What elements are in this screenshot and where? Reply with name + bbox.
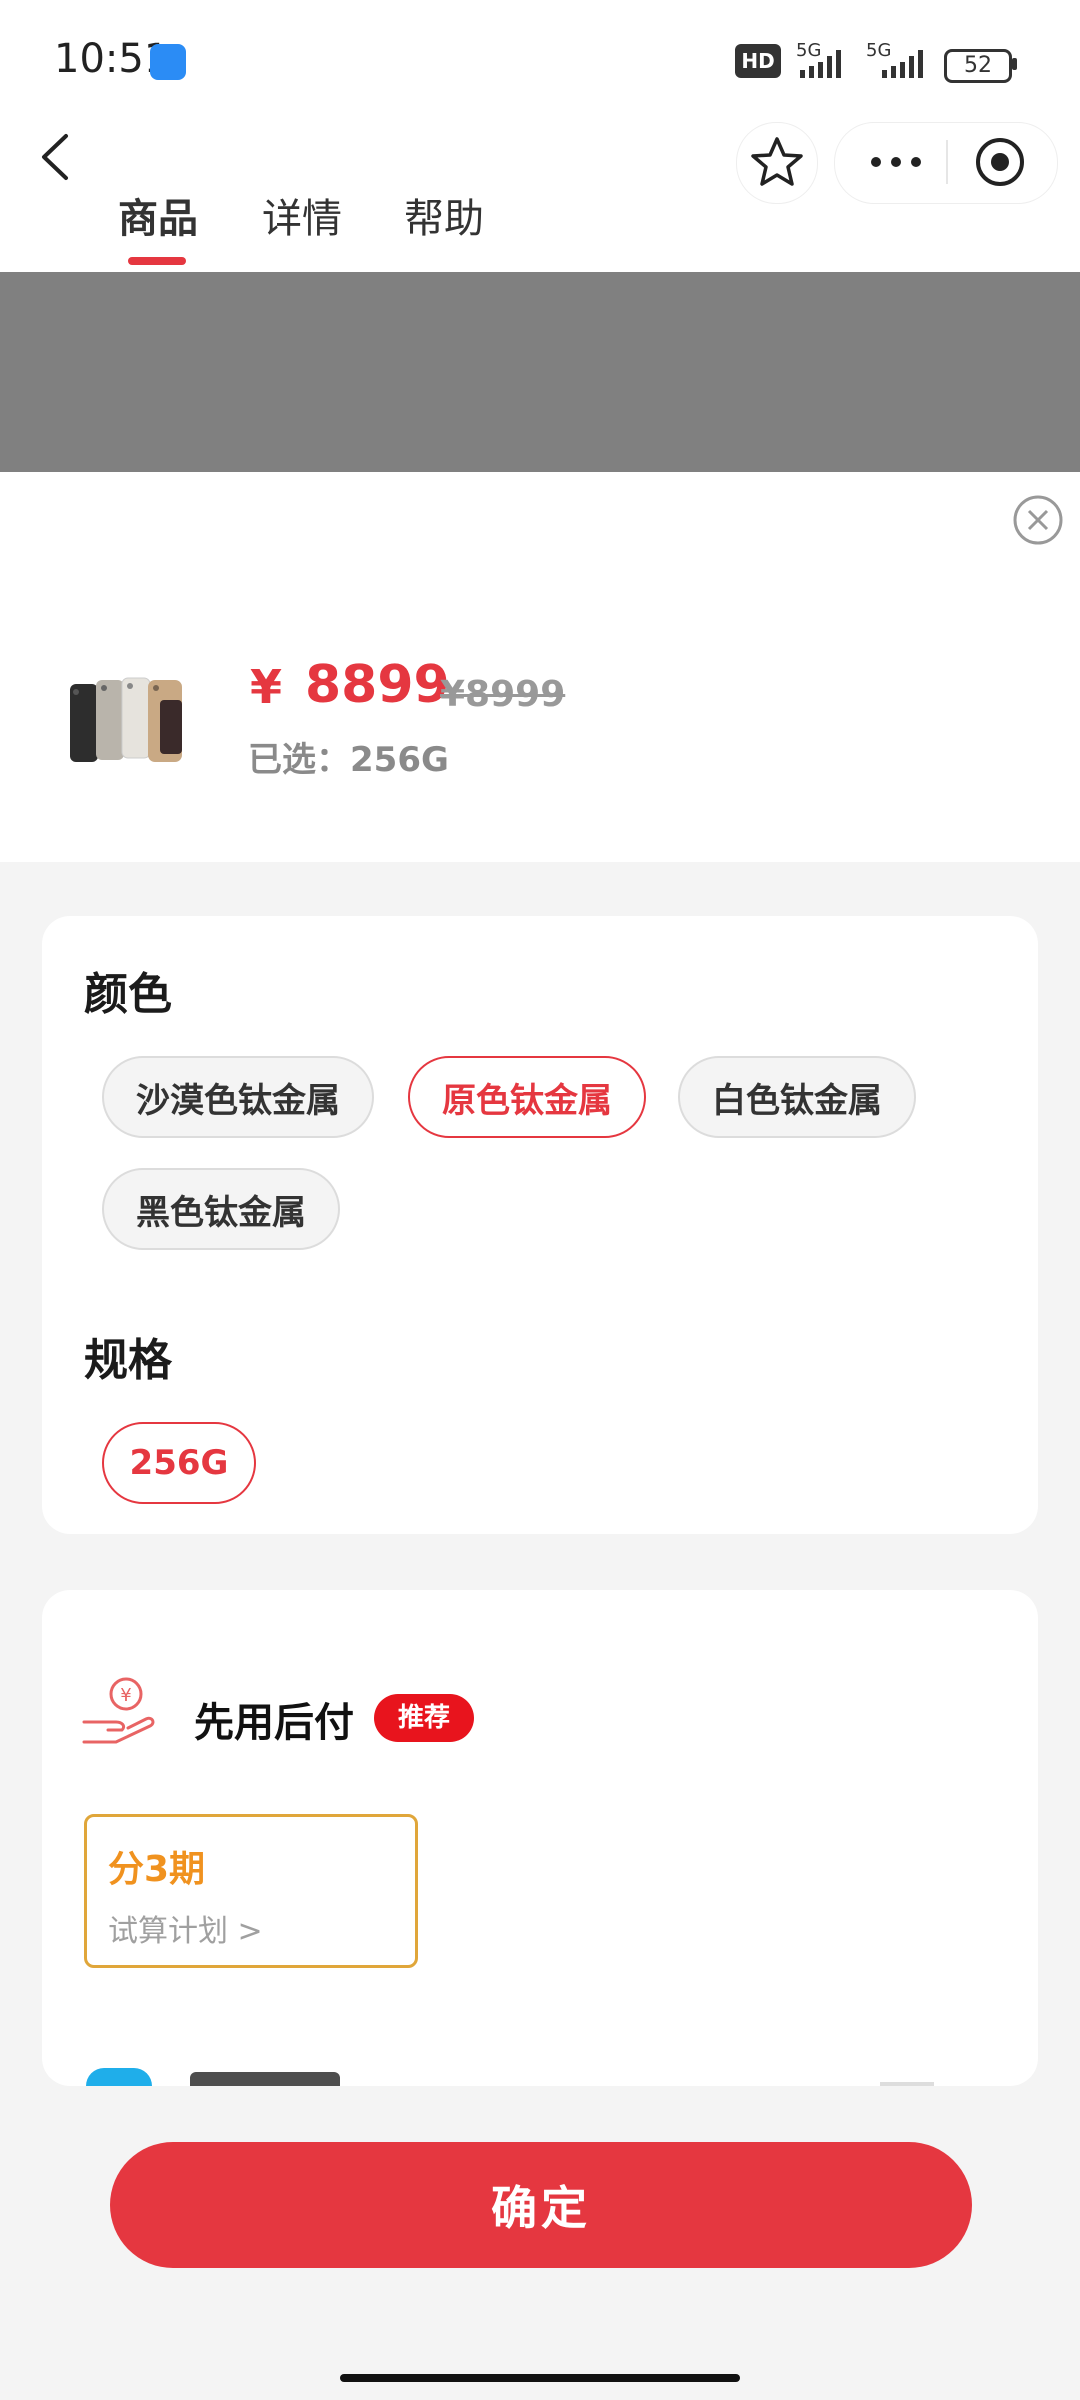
capsule-divider bbox=[946, 140, 948, 184]
confirm-button[interactable]: 确定 bbox=[110, 2142, 972, 2268]
pay-later-title: 先用后付 bbox=[194, 1700, 354, 1746]
battery-tip bbox=[1012, 58, 1017, 70]
color-option-desert[interactable]: 沙漠色钛金属 bbox=[102, 1056, 374, 1138]
color-option-natural[interactable]: 原色钛金属 bbox=[408, 1056, 646, 1138]
signal-icon-1 bbox=[800, 48, 841, 78]
active-tab-indicator bbox=[128, 257, 186, 265]
hd-icon: HD bbox=[735, 44, 781, 78]
selected-spec: 已选：256G bbox=[248, 740, 449, 780]
sku-sheet-header bbox=[0, 472, 1080, 862]
target-icon[interactable] bbox=[974, 136, 1026, 188]
next-option-label bbox=[190, 2072, 340, 2086]
spec-option-256g[interactable]: 256G bbox=[102, 1422, 256, 1504]
signal-icon-2 bbox=[882, 48, 923, 78]
star-icon bbox=[751, 137, 803, 186]
battery-icon: 52 bbox=[944, 49, 1012, 83]
svg-text:¥: ¥ bbox=[120, 1685, 131, 1706]
product-thumbnail bbox=[70, 677, 182, 762]
home-indicator bbox=[340, 2374, 740, 2382]
tab-details[interactable]: 详情 bbox=[262, 186, 342, 244]
color-option-white[interactable]: 白色钛金属 bbox=[678, 1056, 916, 1138]
next-option-icon bbox=[86, 2068, 152, 2086]
app-notification-icon bbox=[150, 44, 186, 80]
back-icon[interactable] bbox=[36, 132, 76, 182]
close-icon[interactable] bbox=[1012, 494, 1064, 546]
recommend-badge: 推荐 bbox=[374, 1694, 474, 1742]
modal-backdrop[interactable] bbox=[0, 272, 1080, 472]
price-currency: ¥ bbox=[250, 660, 283, 714]
original-price: ¥8999 bbox=[440, 674, 566, 715]
favorite-button[interactable] bbox=[736, 122, 818, 204]
installment-plan-title: 分3期 bbox=[108, 1849, 206, 1890]
current-price: 8899 bbox=[305, 655, 450, 715]
spec-section-title: 规格 bbox=[84, 1335, 172, 1386]
pay-later-icon: ¥ bbox=[82, 1677, 155, 1744]
tab-help[interactable]: 帮助 bbox=[404, 186, 484, 244]
more-icon[interactable] bbox=[866, 148, 926, 176]
color-section-title: 颜色 bbox=[84, 969, 172, 1020]
installment-calc-link[interactable]: 试算计划 > bbox=[108, 1906, 263, 1950]
color-option-black[interactable]: 黑色钛金属 bbox=[102, 1168, 340, 1250]
tab-product[interactable]: 商品 bbox=[118, 186, 198, 244]
